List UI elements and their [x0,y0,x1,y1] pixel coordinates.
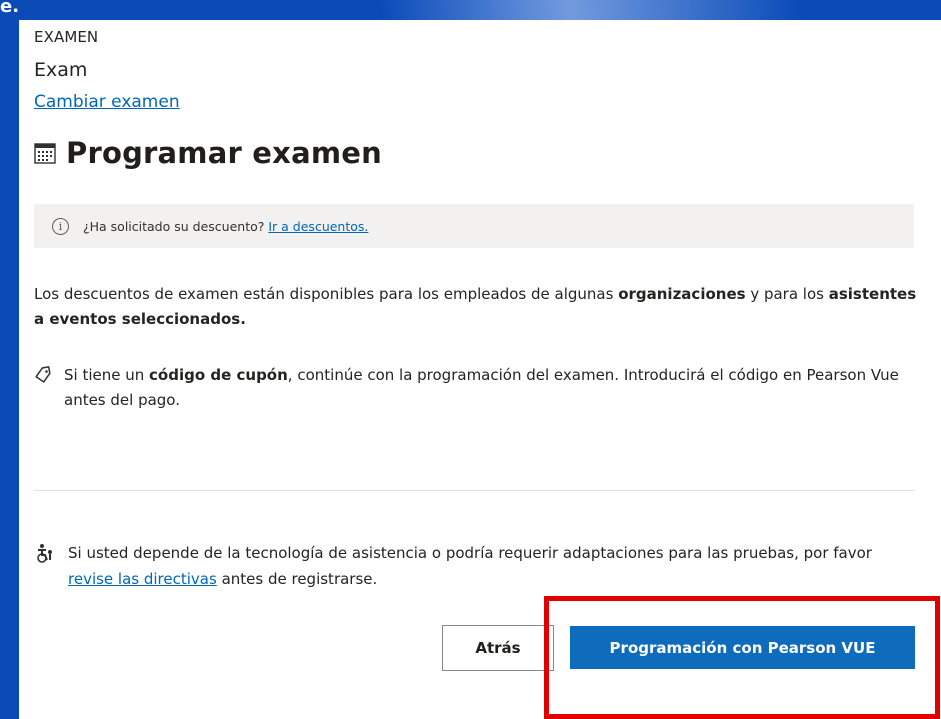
title-row: Programar examen [34,136,382,170]
review-policies-link[interactable]: revise las directivas [68,570,217,588]
coupon-code-label: código de cupón [149,366,288,384]
change-exam-link[interactable]: Cambiar examen [34,92,180,112]
highlight-box [544,596,940,719]
divider [34,490,914,491]
accessibility-text: Si usted depende de la tecnología de asi… [68,540,919,592]
discount-description: Los descuentos de examen están disponibl… [34,282,919,332]
discount-text-2: y para los [745,285,829,303]
page-title: Programar examen [66,136,382,170]
discount-question: ¿Ha solicitado su descuento? [83,218,265,234]
coupon-text-1: Si tiene un [64,366,150,384]
accessibility-icon [34,543,54,563]
coupon-text: Si tiene un código de cupón, continúe co… [64,363,919,413]
back-button[interactable]: Atrás [442,625,554,671]
accessibility-text-2: antes de registrarse. [216,570,378,588]
corner-text: e. [0,0,20,17]
accessibility-notice: Si usted depende de la tecnología de asi… [34,540,919,592]
discount-text-1: Los descuentos de examen están disponibl… [34,285,619,303]
discount-info-bar: i ¿Ha solicitado su descuento? Ir a desc… [34,204,914,248]
tag-icon [34,366,52,384]
exam-section-label: EXAMEN [34,28,99,46]
exam-name: Exam [34,59,88,81]
go-to-discounts-link[interactable]: Ir a descuentos. [268,219,368,234]
info-icon: i [52,217,69,235]
calendar-icon [34,142,56,164]
coupon-notice: Si tiene un código de cupón, continúe co… [34,363,919,413]
accessibility-text-1: Si usted depende de la tecnología de asi… [68,544,872,562]
discount-text-organizations: organizaciones [618,285,746,303]
